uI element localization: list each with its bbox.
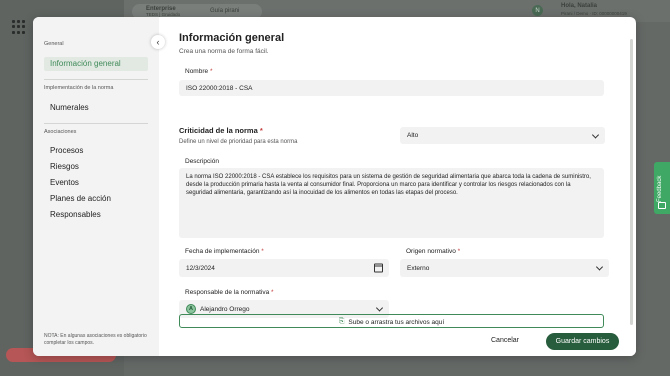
cancel-button[interactable]: Cancelar: [491, 337, 519, 344]
sidebar-item-numerales[interactable]: Numerales: [44, 101, 148, 115]
feedback-tab[interactable]: Feedback: [654, 162, 670, 214]
sidebar-item-eventos[interactable]: Eventos: [44, 176, 148, 190]
origin-value: Externo: [407, 264, 430, 272]
chevron-down-icon: [591, 130, 600, 139]
file-upload-dropzone[interactable]: ⎘ Sube o arrastra tus archivos aquí: [179, 314, 604, 328]
sidebar-divider: [44, 79, 148, 80]
feedback-icon: [658, 202, 666, 209]
section-implementation: Implementación de la norma: [44, 85, 114, 91]
origin-label: Origen normativo *: [406, 248, 461, 255]
description-textarea[interactable]: La norma ISO 22000:2018 - CSA establece …: [179, 168, 604, 238]
date-field[interactable]: 12/3/2024: [179, 259, 389, 277]
origin-select[interactable]: Externo: [400, 259, 609, 277]
sidebar-item-procesos[interactable]: Procesos: [44, 144, 148, 158]
responsible-label: Responsable de la normativa *: [185, 289, 274, 296]
section-general: General: [44, 41, 64, 47]
sidebar-divider: [44, 123, 148, 124]
chevron-left-icon: ‹: [156, 37, 160, 47]
sidebar-item-general-info[interactable]: Información general: [44, 57, 148, 71]
sidebar-item-planes[interactable]: Planes de acción: [44, 192, 148, 206]
save-button[interactable]: Guardar cambios: [546, 333, 619, 350]
apps-grid-icon: [12, 20, 26, 34]
modal-sidebar: General Información general Implementaci…: [33, 17, 159, 356]
sidebar-item-responsables[interactable]: Responsables: [44, 208, 148, 222]
scrollbar[interactable]: [630, 39, 633, 325]
criticality-select[interactable]: Alto: [400, 127, 605, 144]
attachment-icon: ⎘: [338, 318, 345, 325]
description-label: Descripción: [185, 158, 219, 165]
user-sub: Pirani / Demo · ID: 00000000419: [561, 11, 627, 16]
chevron-down-icon: [375, 304, 384, 312]
chevron-down-icon: [595, 263, 604, 271]
page-title: Información general: [179, 32, 285, 44]
user-greeting: Hola, Natalia: [561, 3, 598, 9]
criticality-sub: Define un nivel de prioridad para esta n…: [179, 139, 298, 145]
criticality-label: Criticidad de la norma *: [179, 126, 263, 135]
section-associations: Asociaciones: [44, 129, 77, 135]
date-value: 12/3/2024: [186, 264, 215, 272]
calendar-icon[interactable]: [374, 263, 383, 273]
collapse-sidebar-button[interactable]: ‹: [151, 35, 165, 49]
name-label: Nombre *: [185, 68, 213, 75]
page-subtitle: Crea una norma de forma fácil.: [179, 48, 269, 55]
user-avatar: N: [532, 5, 543, 16]
avatar: A: [186, 304, 196, 314]
guide-label: Guía pirani: [210, 8, 240, 14]
upload-label: Sube o arrastra tus archivos aquí: [348, 319, 445, 326]
modal-main: Información general Crea una norma de fo…: [159, 17, 636, 356]
edit-norm-modal: General Información general Implementaci…: [33, 17, 636, 356]
sidebar-note: NOTA: En algunas asociaciones es obligat…: [44, 333, 147, 346]
date-label: Fecha de implementación *: [185, 248, 264, 255]
name-field[interactable]: ISO 22000:2018 - CSA: [179, 80, 604, 96]
feedback-label: Feedback: [657, 175, 663, 202]
name-value: ISO 22000:2018 - CSA: [186, 84, 253, 92]
criticality-value: Alto: [407, 132, 419, 139]
responsible-value: Alejandro Orrego: [200, 305, 250, 313]
sidebar-item-riesgos[interactable]: Riesgos: [44, 160, 148, 174]
